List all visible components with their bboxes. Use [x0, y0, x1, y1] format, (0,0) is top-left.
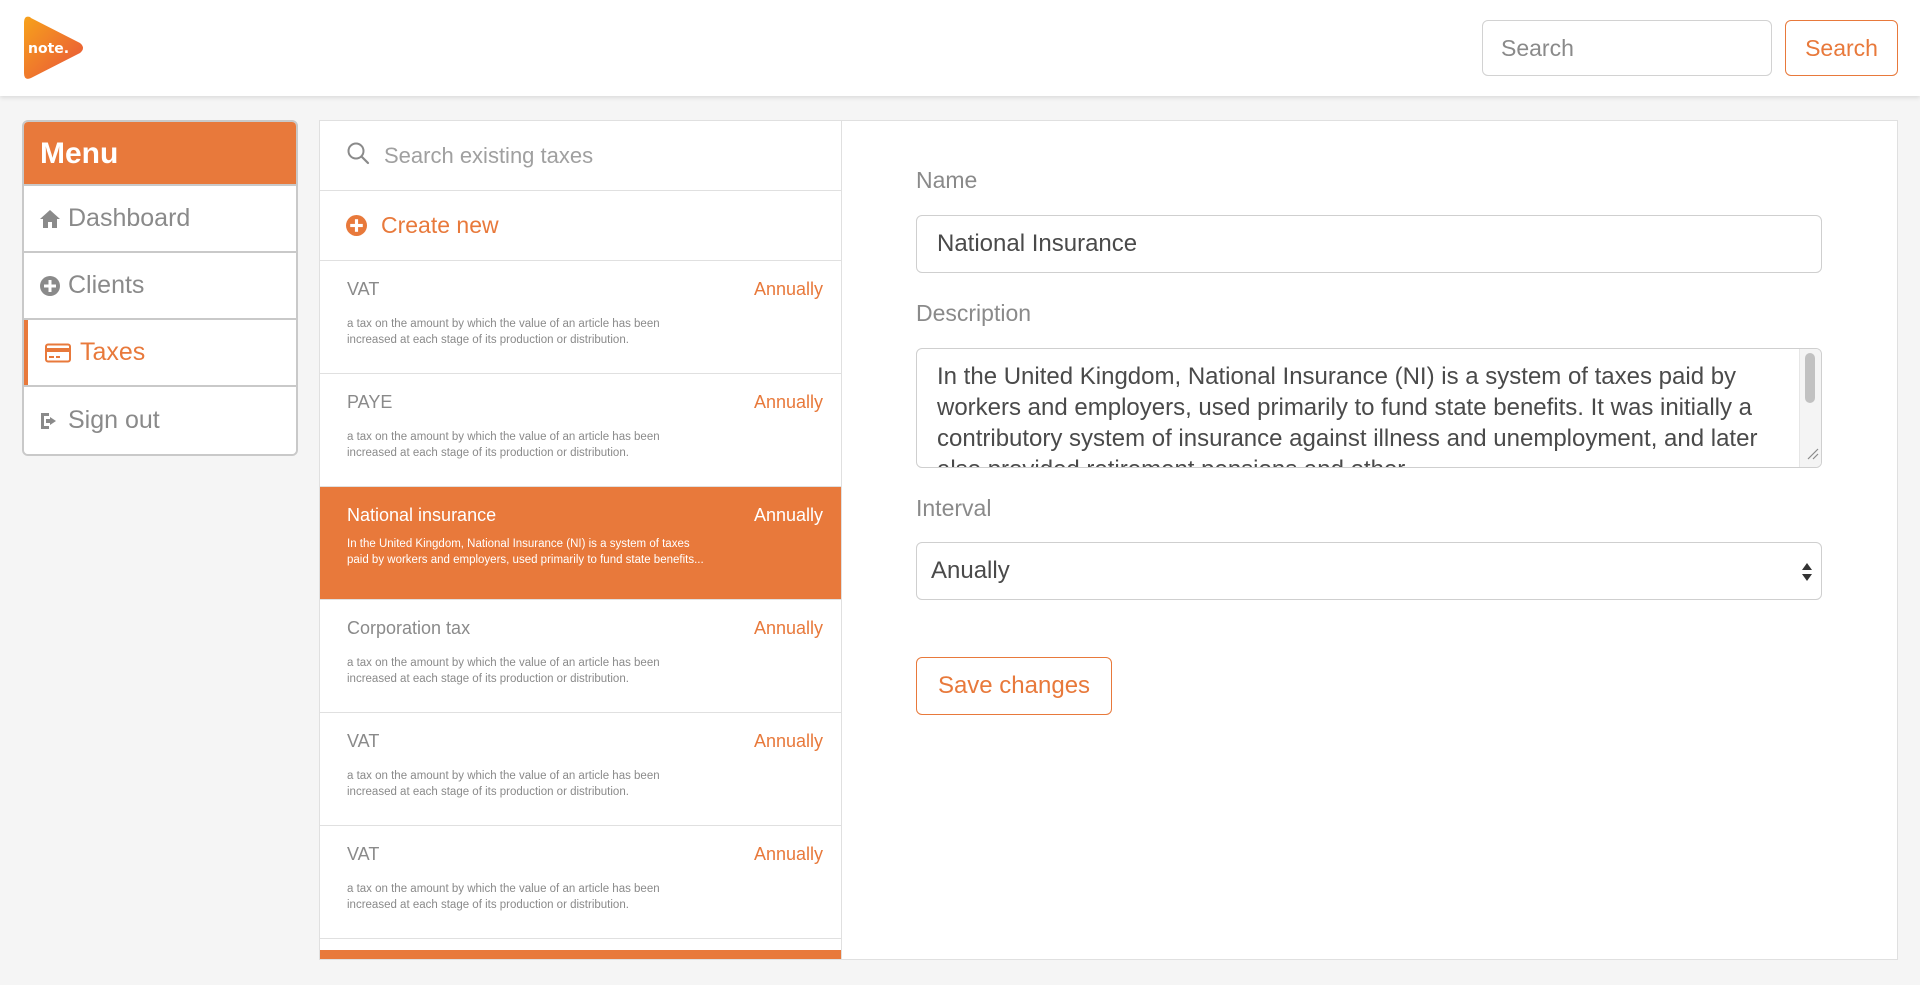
tax-description: a tax on the amount by which the value o…	[347, 657, 660, 685]
tax-search-input[interactable]	[384, 142, 784, 169]
interval-selected-value: Anually	[931, 557, 1010, 584]
menu-item-dashboard[interactable]: Dashboard	[24, 186, 296, 253]
tax-description: a tax on the amount by which the value o…	[347, 770, 660, 798]
tax-interval: Annually	[753, 731, 823, 751]
tax-name: National insurance	[347, 505, 497, 525]
tax-list-item[interactable]: PAYE Annually a tax on the amount by whi…	[320, 374, 841, 487]
tax-list-panel: Create new VAT Annually a tax on the amo…	[319, 120, 842, 960]
tax-edit-panel: Name Description In the United Kingdom, …	[842, 120, 1898, 960]
tax-list-item[interactable]: VAT Annually a tax on the amount by whic…	[320, 713, 841, 826]
search-icon	[346, 141, 370, 170]
header-search-button[interactable]: Search	[1785, 20, 1898, 76]
save-changes-button[interactable]: Save changes	[916, 657, 1112, 715]
tax-interval: Annually	[753, 279, 823, 299]
tax-list-item-selected[interactable]: National insurance Annually In the Unite…	[320, 487, 841, 600]
tax-description: a tax on the amount by which the value o…	[347, 883, 660, 911]
menu-item-label: Clients	[68, 271, 145, 299]
note-logo[interactable]: note.	[22, 15, 86, 81]
tax-name: VAT	[347, 844, 380, 864]
menu-item-label: Taxes	[80, 338, 146, 366]
menu-item-label: Dashboard	[68, 204, 191, 232]
create-new-button[interactable]: Create new	[320, 191, 841, 261]
list-next-item-edge[interactable]	[320, 950, 841, 959]
tax-description: a tax on the amount by which the value o…	[347, 318, 660, 346]
plus-circle-icon	[346, 215, 367, 236]
tax-interval: Annually	[753, 505, 823, 525]
description-text[interactable]: In the United Kingdom, National Insuranc…	[937, 361, 1787, 467]
tax-interval: Annually	[753, 618, 823, 638]
interval-select[interactable]: Anually	[916, 542, 1822, 600]
tax-name: VAT	[347, 731, 380, 751]
tax-name: PAYE	[347, 392, 393, 412]
header-search-input[interactable]	[1482, 20, 1772, 76]
menu-item-clients[interactable]: Clients	[24, 253, 296, 320]
scrollbar-thumb[interactable]	[1805, 353, 1815, 403]
tax-name: Corporation tax	[347, 618, 471, 638]
tax-search[interactable]	[320, 121, 841, 191]
name-field[interactable]	[916, 215, 1822, 273]
tax-interval: Annually	[753, 844, 823, 864]
tax-description: a tax on the amount by which the value o…	[347, 431, 660, 459]
create-new-label: Create new	[381, 212, 499, 238]
menu-title: Menu	[24, 122, 296, 186]
name-label: Name	[916, 167, 978, 193]
tax-description: In the United Kingdom, National Insuranc…	[347, 538, 704, 566]
resize-grip-icon[interactable]	[1805, 446, 1819, 465]
description-field[interactable]: In the United Kingdom, National Insuranc…	[916, 348, 1822, 468]
tax-interval: Annually	[753, 392, 823, 412]
description-label: Description	[916, 300, 1032, 326]
plus-circle-icon	[38, 274, 62, 298]
menu-item-sign-out[interactable]: Sign out	[24, 387, 296, 454]
credit-card-icon	[44, 341, 72, 365]
interval-label: Interval	[916, 495, 992, 521]
sign-out-icon	[38, 409, 62, 433]
menu-item-taxes[interactable]: Taxes	[24, 320, 296, 387]
tax-name: VAT	[347, 279, 380, 299]
tax-list-item[interactable]: Corporation tax Annually a tax on the am…	[320, 600, 841, 713]
select-arrows-icon	[1801, 561, 1813, 590]
tax-list-item[interactable]: VAT Annually a tax on the amount by whic…	[320, 826, 841, 939]
top-bar: note. Search	[0, 0, 1920, 96]
menu-item-label: Sign out	[68, 406, 160, 434]
tax-list-item[interactable]: VAT Annually a tax on the amount by whic…	[320, 261, 841, 374]
side-menu: Menu Dashboard Clients Taxes Sign out	[22, 120, 298, 456]
logo-text: note.	[28, 41, 69, 57]
home-icon	[38, 207, 62, 231]
